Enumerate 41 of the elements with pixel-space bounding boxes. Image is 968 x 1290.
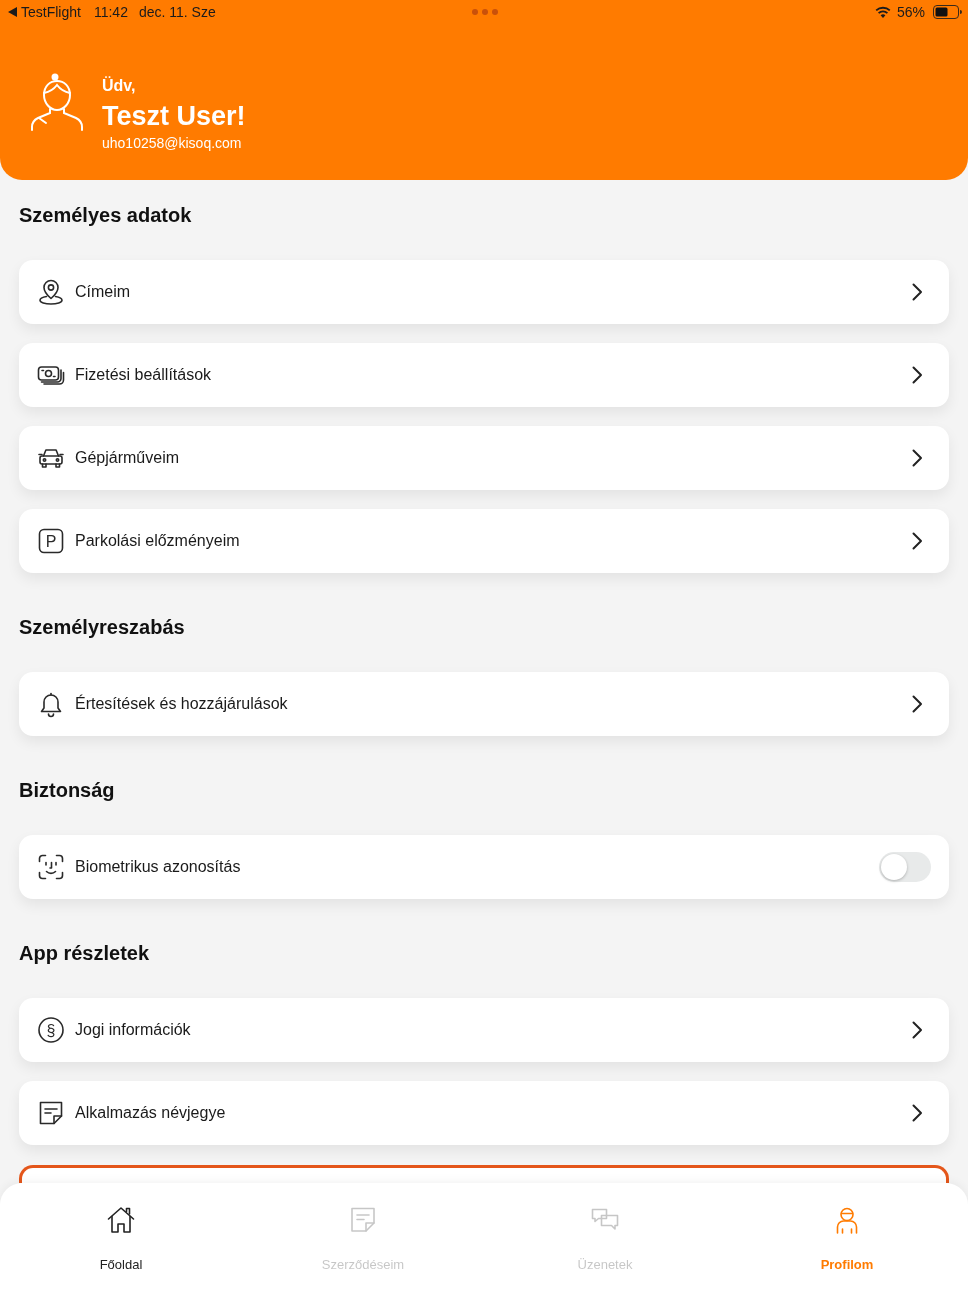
user-name: Teszt User! [102, 100, 246, 133]
user-email: uho10258@kisoq.com [102, 134, 242, 153]
battery-icon [933, 5, 962, 19]
chevron-icon [912, 1021, 923, 1039]
tab-item[interactable]: Főoldal [0, 1183, 242, 1290]
chevron-icon [912, 366, 923, 384]
row-label: Biometrikus azonosítás [75, 858, 241, 876]
paragraph-sign-icon: § [37, 1016, 65, 1044]
document-icon [37, 1099, 65, 1127]
settings-row[interactable]: P Parkolási előzményeim [19, 509, 949, 573]
settings-row[interactable]: Gépjárműveim [19, 426, 949, 490]
settings-row[interactable]: Alkalmazás névjegye [19, 1081, 949, 1145]
home-icon [106, 1205, 136, 1235]
toggle-switch[interactable] [879, 852, 931, 882]
parking-sign-icon: P [37, 527, 65, 555]
location-pin-icon [37, 278, 65, 306]
user-avatar-icon [30, 73, 84, 131]
battery-percent: 56% [896, 4, 925, 20]
settings-row[interactable]: Címeim [19, 260, 949, 324]
wifi-icon [874, 6, 891, 18]
greeting-text: Üdv, [102, 76, 136, 96]
section-title: Személyes adatok [19, 203, 192, 227]
back-icon [8, 7, 17, 17]
status-date: dec. 11. Sze [138, 4, 216, 20]
more-dots-icon[interactable] [472, 9, 498, 15]
settings-row[interactable]: § Jogi információk [19, 998, 949, 1062]
back-link[interactable]: TestFlight [8, 4, 81, 20]
chevron-icon [912, 532, 923, 550]
section-title: Biztonság [19, 778, 115, 802]
chevron-icon [912, 695, 923, 713]
chevron-icon [912, 1104, 923, 1122]
status-time: 11:42 [93, 4, 128, 20]
chevron-icon [912, 283, 923, 301]
settings-row[interactable]: Fizetési beállítások [19, 343, 949, 407]
settings-row[interactable]: Értesítések és hozzájárulások [19, 672, 949, 736]
section-title: Személyreszabás [19, 615, 185, 639]
face-scan-icon [37, 853, 65, 881]
outlined-button[interactable] [19, 1165, 949, 1183]
section-title: App részletek [19, 941, 150, 965]
chevron-icon [912, 449, 923, 467]
document-icon [348, 1205, 378, 1235]
